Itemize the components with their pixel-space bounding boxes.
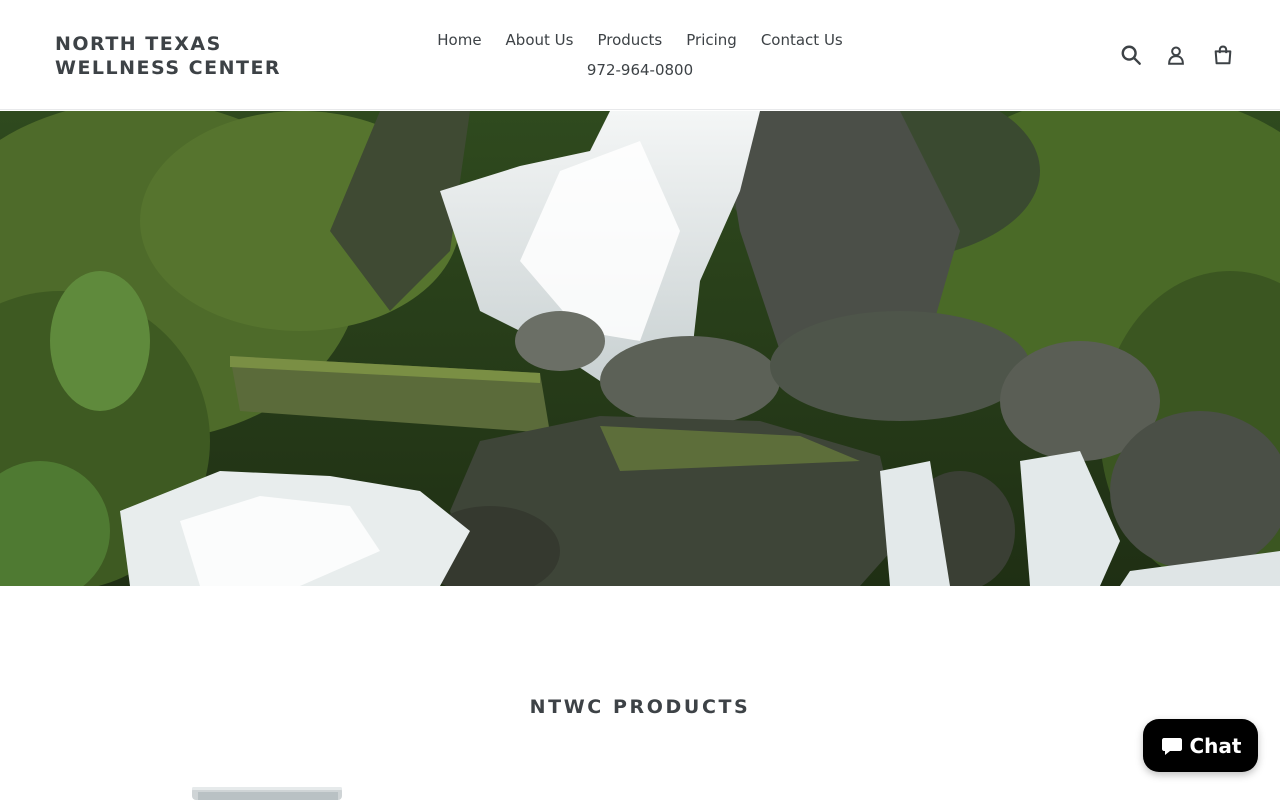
hero-banner bbox=[0, 111, 1280, 586]
nav-item-pricing[interactable]: Pricing bbox=[674, 28, 749, 52]
waterfall-image bbox=[0, 111, 1280, 586]
nav-item-about-us[interactable]: About Us bbox=[494, 28, 586, 52]
chat-button[interactable]: Chat bbox=[1143, 719, 1258, 772]
nav-item-products[interactable]: Products bbox=[585, 28, 674, 52]
cart-button[interactable] bbox=[1208, 40, 1238, 70]
main-nav: Home About Us Products Pricing Contact U… bbox=[400, 28, 880, 52]
account-icon bbox=[1168, 46, 1184, 65]
nav-item-home[interactable]: Home bbox=[425, 28, 493, 52]
nav-item-phone[interactable]: 972-964-0800 bbox=[540, 58, 740, 82]
search-icon bbox=[1121, 45, 1141, 65]
nav-item-contact-us[interactable]: Contact Us bbox=[749, 28, 855, 52]
chat-bubble-icon bbox=[1161, 737, 1182, 755]
products-section-title: NTWC PRODUCTS bbox=[529, 696, 751, 718]
site-logo[interactable]: NORTH TEXAS WELLNESS CENTER bbox=[55, 32, 315, 80]
account-button[interactable] bbox=[1161, 40, 1191, 70]
chat-label: Chat bbox=[1189, 733, 1242, 758]
search-button[interactable] bbox=[1116, 40, 1146, 70]
product-bottle-image bbox=[192, 787, 342, 800]
cart-icon bbox=[1214, 45, 1232, 65]
logo-line-1: NORTH TEXAS bbox=[55, 33, 222, 55]
logo-line-2: WELLNESS CENTER bbox=[55, 57, 282, 79]
product-image[interactable] bbox=[190, 783, 345, 800]
site-header: NORTH TEXAS WELLNESS CENTER Home About U… bbox=[0, 0, 1280, 110]
